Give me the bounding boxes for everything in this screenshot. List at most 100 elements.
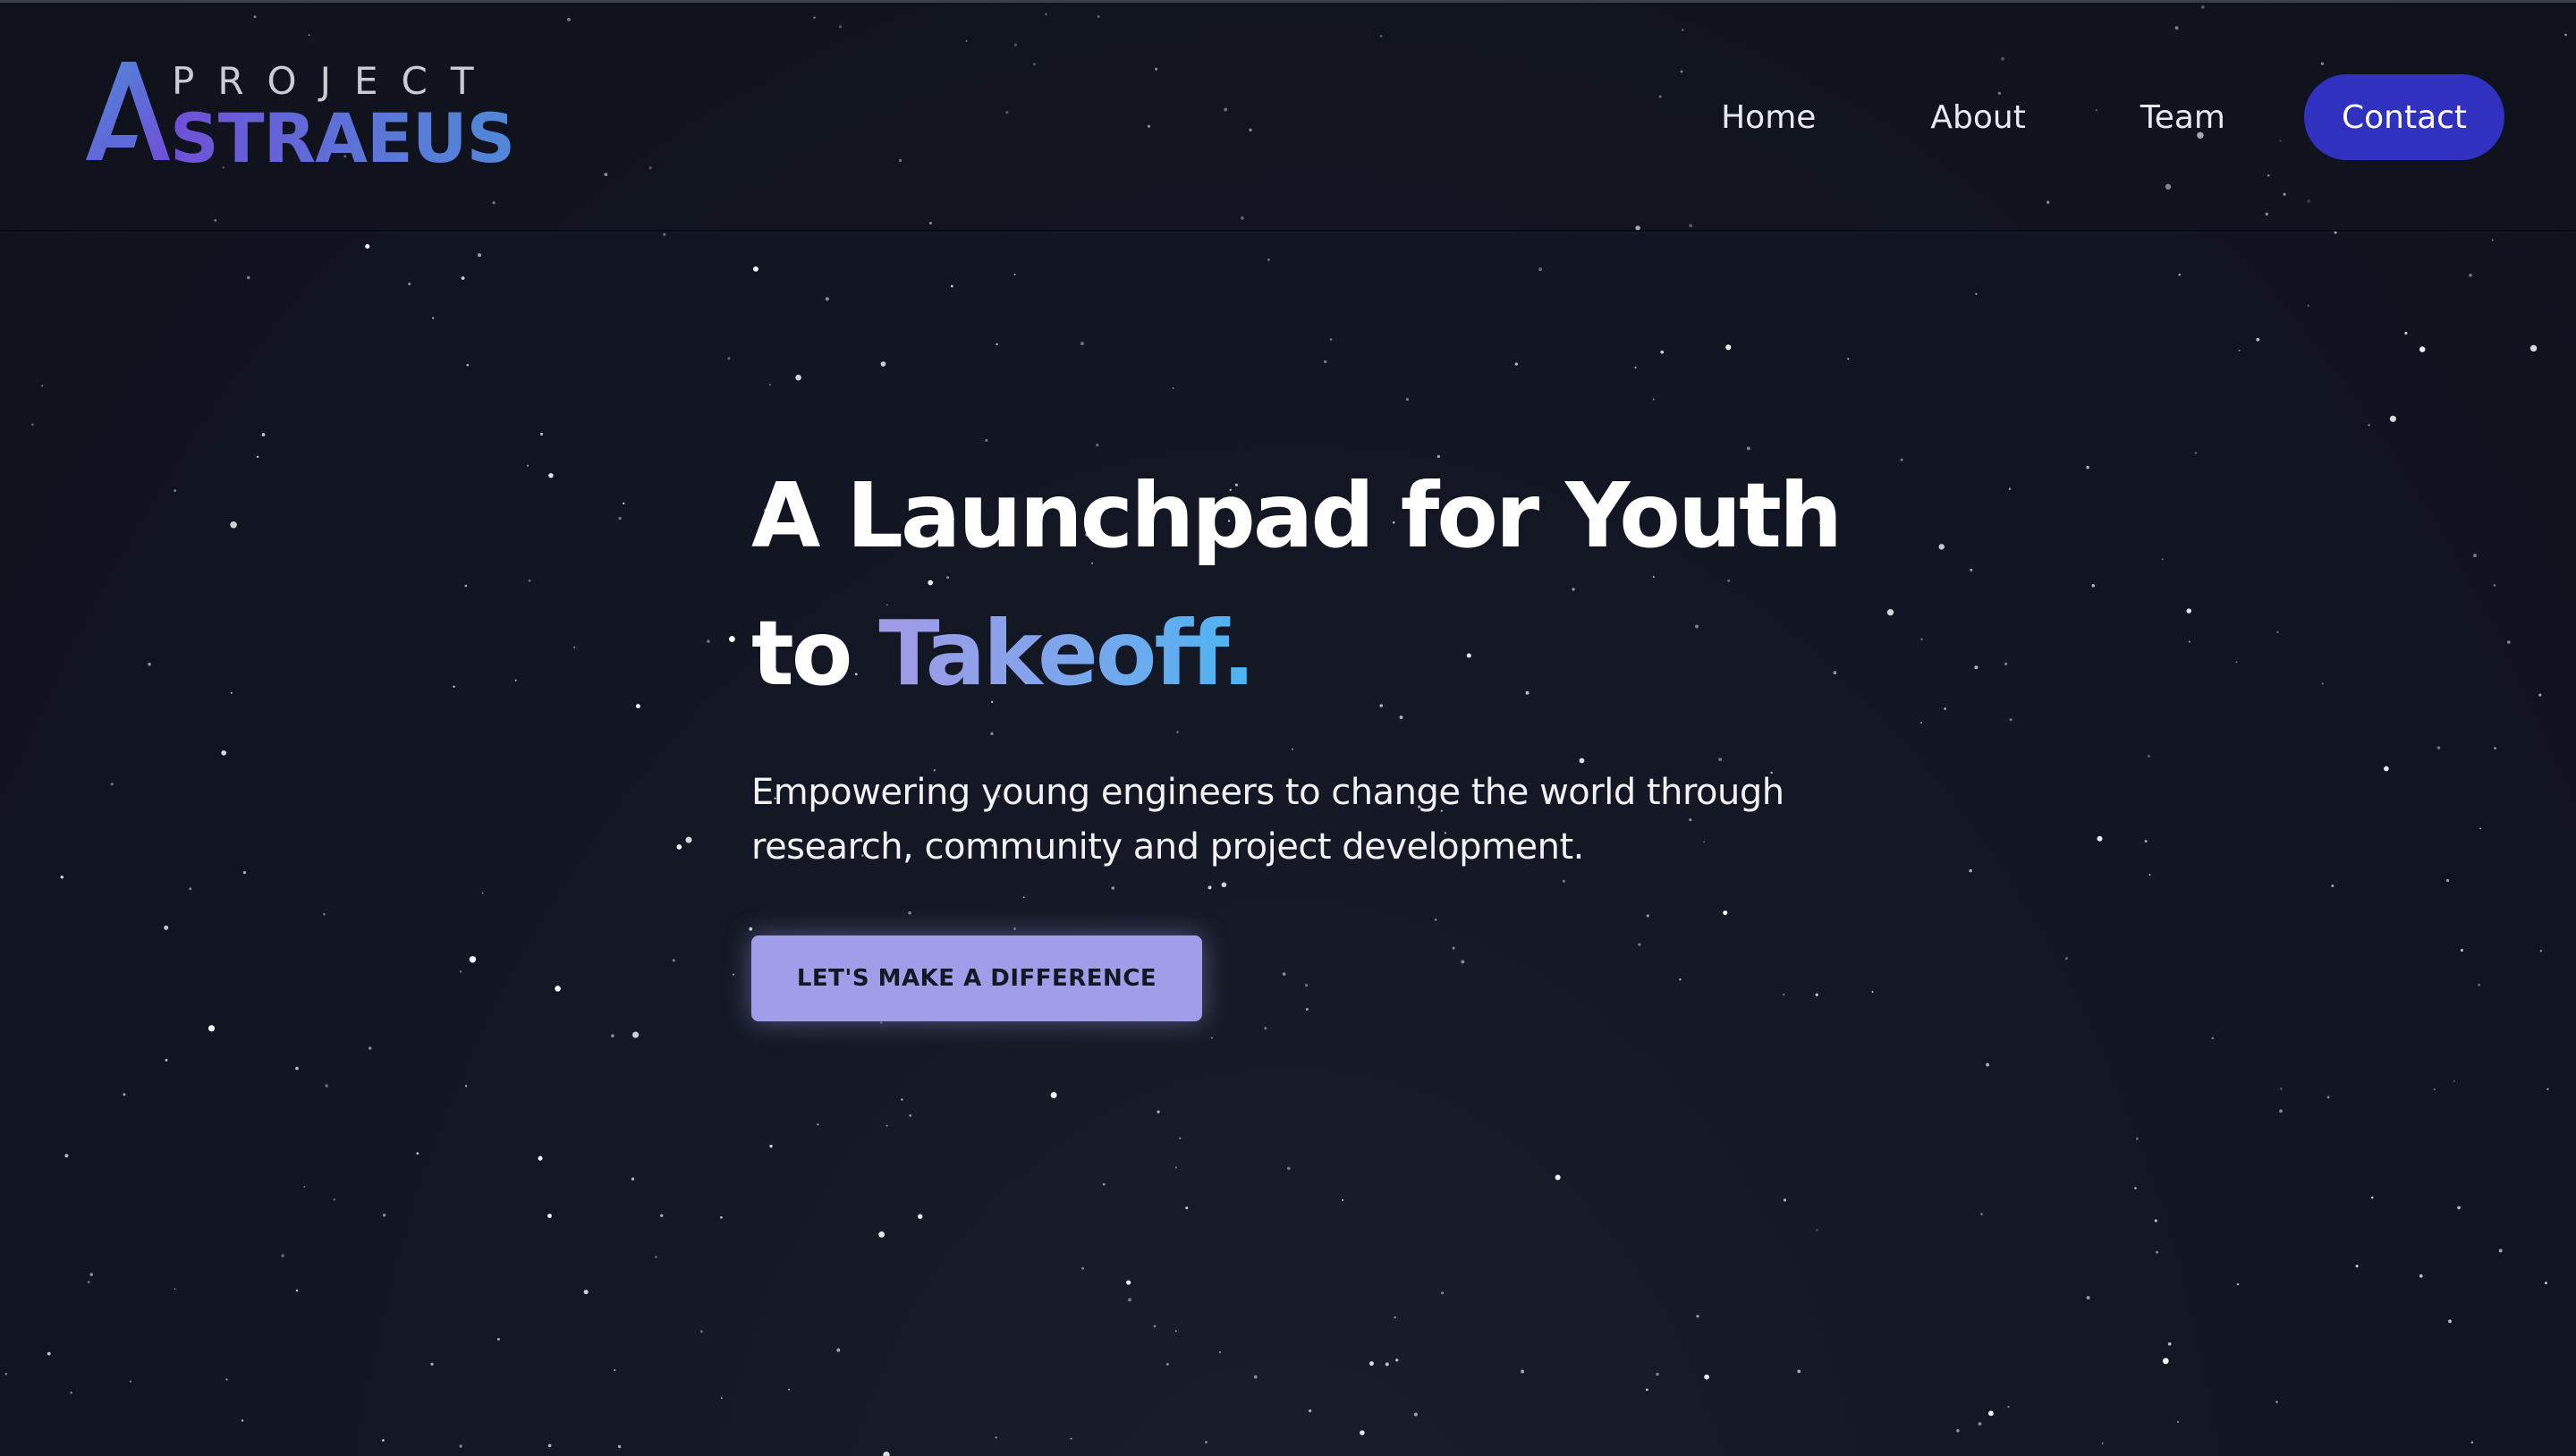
star	[123, 1093, 126, 1096]
nav-home-link[interactable]: Home	[1721, 99, 1816, 136]
star	[459, 970, 462, 973]
star	[2091, 583, 2096, 588]
star	[614, 1368, 616, 1372]
star	[1987, 1410, 1994, 1417]
star	[295, 1289, 299, 1292]
star	[4, 1372, 8, 1376]
star	[699, 1330, 703, 1333]
star	[174, 1288, 176, 1291]
star	[1185, 1206, 1189, 1210]
nav-about-link[interactable]: About	[1930, 99, 2025, 136]
star	[408, 282, 411, 286]
star	[2368, 424, 2370, 427]
star	[164, 925, 169, 930]
nav-team-link[interactable]: Team	[2140, 99, 2225, 136]
star	[573, 646, 576, 648]
star	[1267, 258, 1270, 261]
star	[2276, 631, 2279, 634]
star	[1555, 1174, 1561, 1181]
star	[985, 438, 988, 442]
star	[720, 1215, 723, 1219]
star	[880, 1021, 883, 1024]
star	[256, 455, 259, 458]
star	[817, 1123, 819, 1126]
star	[611, 1034, 614, 1037]
star	[795, 374, 801, 381]
star	[2419, 346, 2426, 352]
star	[1634, 366, 1637, 368]
star	[2457, 1206, 2461, 1210]
star	[60, 875, 64, 879]
star	[2479, 827, 2482, 830]
star	[2162, 1358, 2169, 1365]
star	[663, 233, 666, 236]
star	[1405, 397, 1409, 402]
star	[2326, 1096, 2330, 1099]
star	[540, 432, 544, 436]
star	[2154, 1219, 2157, 1223]
star	[995, 1436, 997, 1439]
star	[2280, 1088, 2283, 1090]
star	[464, 1085, 468, 1088]
star	[514, 679, 517, 681]
star	[221, 749, 227, 756]
star	[2156, 1250, 2159, 1254]
hero-subtitle: Empowering young engineers to change the…	[751, 772, 1784, 868]
star	[1413, 1412, 1418, 1417]
star	[1309, 1409, 1312, 1413]
star	[365, 243, 370, 250]
star	[1970, 568, 1973, 571]
star	[1974, 665, 1979, 670]
star	[174, 489, 177, 493]
star	[1660, 350, 1665, 354]
star	[768, 384, 771, 386]
logo-straeus-text: STRAEUS	[170, 101, 528, 176]
star	[728, 636, 735, 642]
star	[2460, 948, 2463, 952]
star	[1656, 1372, 1659, 1376]
star	[1986, 1062, 1990, 1067]
star	[1329, 338, 1333, 341]
star	[769, 1144, 773, 1148]
star	[2538, 693, 2542, 697]
star	[555, 986, 561, 992]
star	[1385, 1362, 1389, 1367]
star	[1264, 1027, 1267, 1030]
star	[2494, 747, 2497, 749]
astraeus-a-logo-icon	[86, 62, 170, 160]
headline-line-1: A Launchpad for Youth	[751, 463, 1843, 568]
star	[2009, 718, 2012, 722]
star	[2211, 1037, 2215, 1040]
star	[2307, 304, 2309, 307]
star	[883, 1452, 890, 1456]
star	[1696, 1315, 1699, 1318]
star	[1153, 1325, 1157, 1328]
star	[247, 275, 250, 280]
star	[2086, 1296, 2090, 1299]
star	[1157, 1110, 1160, 1113]
site-logo[interactable]: PROJECT STRAEUS	[82, 58, 515, 176]
star	[727, 357, 731, 360]
star	[1179, 1137, 1182, 1139]
contact-button[interactable]: Contact	[2304, 74, 2504, 160]
cta-make-difference-button[interactable]: LET'S MAKE A DIFFERENCE	[751, 935, 1202, 1021]
star	[1126, 1280, 1131, 1285]
star	[733, 973, 735, 976]
star	[2491, 239, 2494, 241]
star	[2275, 1401, 2278, 1403]
star	[2086, 465, 2089, 470]
star	[1369, 1361, 1374, 1367]
star	[41, 385, 44, 387]
headline-accent-takeoff: Takeoff.	[878, 601, 1256, 706]
star	[2135, 1137, 2139, 1140]
star	[333, 1198, 336, 1201]
star	[208, 1025, 216, 1032]
star	[2235, 661, 2238, 664]
star	[31, 423, 34, 426]
star	[886, 1124, 888, 1127]
star	[469, 956, 477, 963]
star	[1166, 1363, 1169, 1366]
star	[547, 1443, 552, 1448]
star	[466, 363, 470, 367]
star	[618, 517, 622, 521]
